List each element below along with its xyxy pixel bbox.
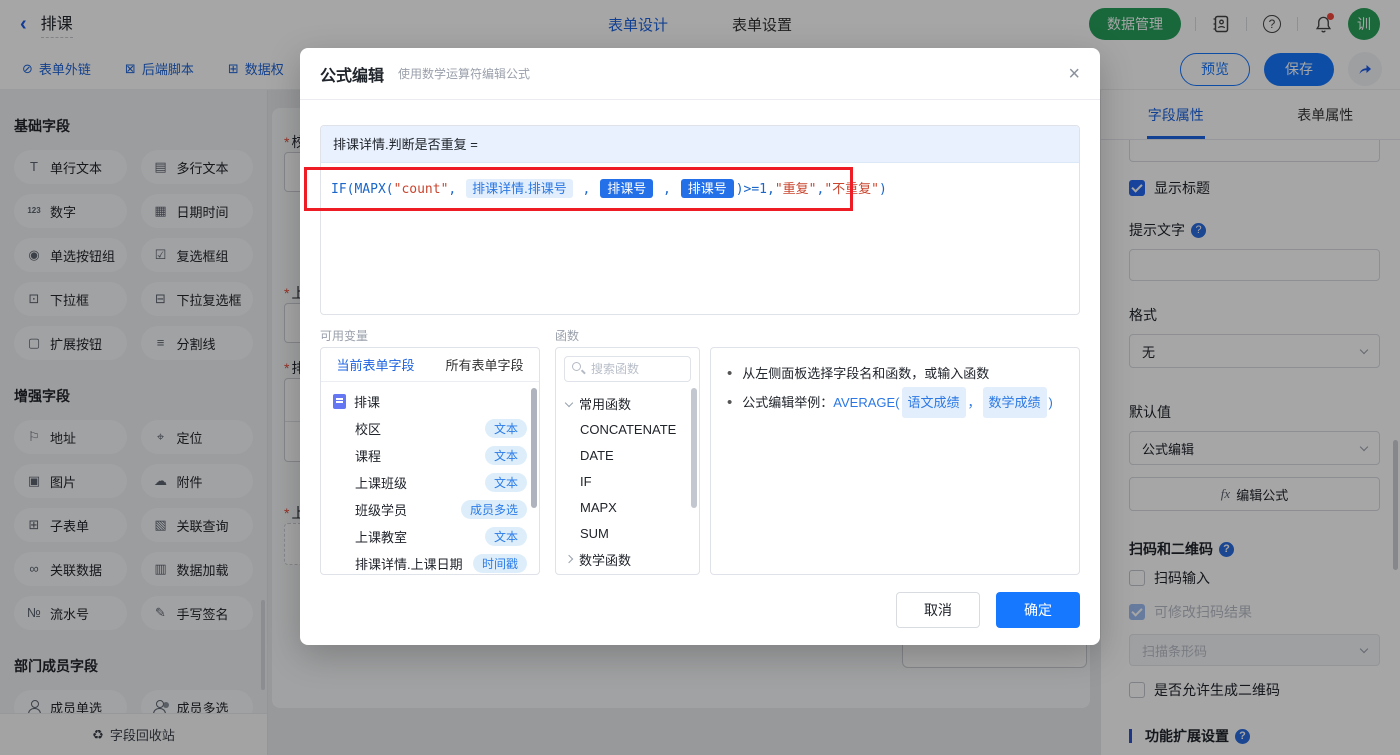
tip-line-1: • 从左侧面板选择字段名和函数，或输入函数: [727, 360, 1063, 387]
formula-code: IF(MAPX(: [331, 182, 394, 197]
bullet-icon: •: [727, 394, 733, 411]
variables-box: 当前表单字段 所有表单字段 排课 校区 文本 课程 文本 上课班级 文本 班级学员 成员…: [320, 347, 540, 575]
variables-label: 可用变量: [320, 329, 369, 343]
cancel-button[interactable]: 取消: [896, 592, 980, 628]
example-field-chip: 语文成绩: [901, 387, 966, 418]
func-item[interactable]: DATE: [556, 442, 699, 468]
formula-string: "count": [393, 182, 449, 197]
variable-row[interactable]: 排课详情.上课日期 时间戳: [321, 550, 539, 574]
close-icon[interactable]: ×: [1068, 64, 1080, 84]
chevron-right-icon: [564, 554, 574, 564]
modal-subtitle: 使用数学运算符编辑公式: [398, 67, 531, 81]
formula-string: "重复": [774, 182, 817, 197]
modal-header: 公式编辑 使用数学运算符编辑公式 ×: [300, 48, 1100, 100]
tab-current-form-fields[interactable]: 当前表单字段: [321, 348, 430, 381]
type-badge: 文本: [484, 527, 527, 546]
type-badge: 文本: [484, 473, 527, 492]
formula-string: "不重复": [824, 182, 879, 197]
variable-row[interactable]: 上课班级 文本: [321, 469, 539, 496]
field-chip[interactable]: 排课号: [680, 179, 734, 198]
variable-row[interactable]: 班级学员 成员多选: [321, 496, 539, 523]
variables-list: 排课 校区 文本 课程 文本 上课班级 文本 班级学员 成员多选 上课教室 文本 排课详情…: [321, 382, 539, 574]
tips-spacer: [710, 327, 1080, 347]
bullet-icon: •: [727, 365, 733, 382]
func-group-math[interactable]: 数学函数: [556, 546, 699, 572]
formula-editor-modal: 公式编辑 使用数学运算符编辑公式 × 排课详情.判断是否重复 = IF(MAPX…: [300, 48, 1100, 645]
modal-lower-row: 可用变量 当前表单字段 所有表单字段 排课 校区 文本 课程 文本 上课班级 文本 班…: [300, 327, 1100, 575]
form-doc-icon: [333, 394, 346, 409]
form-node[interactable]: 排课: [321, 388, 539, 415]
formula-target: 排课详情.判断是否重复 =: [321, 126, 1079, 163]
tip-line-2: • 公式编辑举例： AVERAGE( 语文成绩 ， 数学成绩 ): [727, 387, 1063, 418]
chevron-down-icon: [564, 398, 574, 408]
variables-tabs: 当前表单字段 所有表单字段: [321, 348, 539, 382]
func-item[interactable]: MAPX: [556, 494, 699, 520]
type-badge: 文本: [484, 446, 527, 465]
example-field-chip: 数学成绩: [982, 387, 1047, 418]
function-search-input[interactable]: [564, 356, 691, 382]
confirm-button[interactable]: 确定: [996, 592, 1080, 628]
function-search: [556, 348, 699, 390]
variable-row[interactable]: 上课教室 文本: [321, 523, 539, 550]
func-item[interactable]: IF: [556, 468, 699, 494]
type-badge: 时间戳: [472, 554, 527, 573]
variable-row[interactable]: 校区 文本: [321, 415, 539, 442]
variables-scrollbar[interactable]: [531, 388, 537, 508]
type-badge: 文本: [484, 419, 527, 438]
func-group-text[interactable]: 文本函数: [556, 572, 699, 574]
functions-scrollbar[interactable]: [691, 388, 697, 508]
type-badge: 成员多选: [460, 500, 527, 519]
tips-box: • 从左侧面板选择字段名和函数，或输入函数 • 公式编辑举例： AVERAGE(…: [710, 347, 1080, 575]
functions-label: 函数: [555, 329, 580, 343]
field-chip[interactable]: 排课号: [600, 179, 654, 198]
func-group-common[interactable]: 常用函数: [556, 390, 699, 416]
functions-box: 常用函数 CONCATENATE DATE IF MAPX SUM 数学函数 文…: [555, 347, 700, 575]
func-item[interactable]: SUM: [556, 520, 699, 546]
func-item[interactable]: CONCATENATE: [556, 416, 699, 442]
formula-box: 排课详情.判断是否重复 = IF(MAPX("count", 排课详情.排课号 …: [320, 125, 1080, 315]
formula-editor[interactable]: IF(MAPX("count", 排课详情.排课号 , 排课号 , 排课号)>=…: [321, 163, 1079, 216]
variable-row[interactable]: 课程 文本: [321, 442, 539, 469]
tab-all-form-fields[interactable]: 所有表单字段: [430, 348, 539, 381]
modal-title: 公式编辑: [320, 67, 385, 85]
field-chip-light[interactable]: 排课详情.排课号: [466, 179, 573, 198]
search-icon: [572, 362, 581, 371]
modal-footer: 取消 确定: [300, 592, 1100, 628]
